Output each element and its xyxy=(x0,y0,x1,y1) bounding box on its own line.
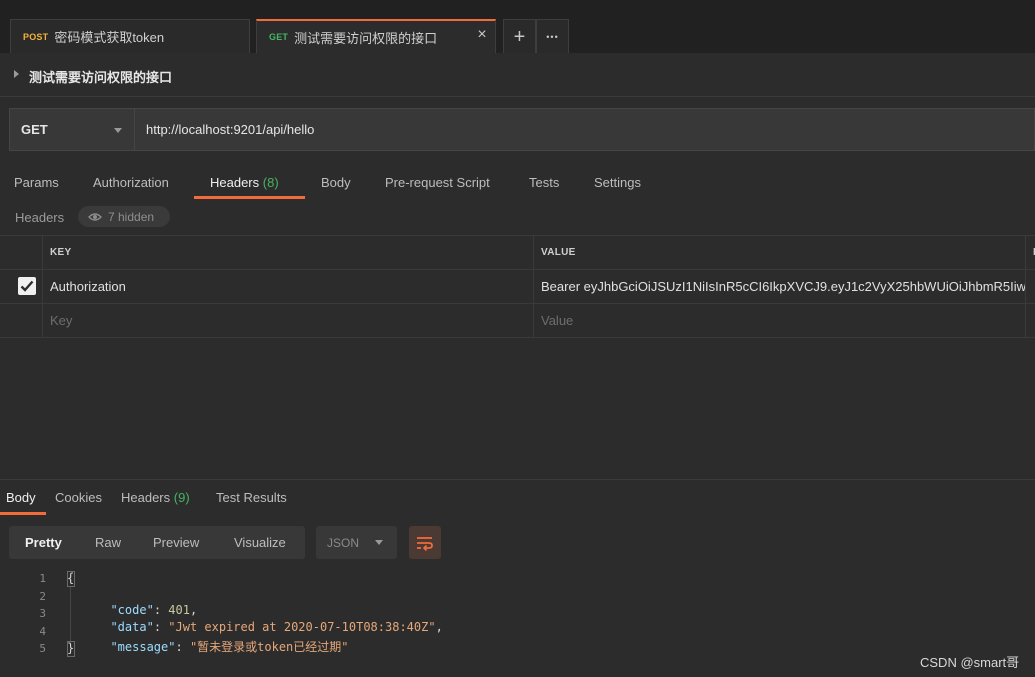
response-divider[interactable] xyxy=(0,479,1035,480)
line-number: 3 xyxy=(39,607,46,620)
header-value-value: Bearer eyJhbGciOiJSUzI1NiIsInR5cCI6IkpXV… xyxy=(541,279,1025,294)
header-enabled-checkbox[interactable] xyxy=(18,277,36,295)
ellipsis-icon: ••• xyxy=(546,31,559,42)
line-number: 1 xyxy=(39,572,46,585)
new-description-input[interactable] xyxy=(1025,304,1035,337)
format-select[interactable]: JSON xyxy=(316,526,397,559)
response-tab-headers-count: (9) xyxy=(173,490,190,505)
response-tab-test-results[interactable]: Test Results xyxy=(216,490,287,505)
tab-pre-request-script[interactable]: Pre-request Script xyxy=(385,175,490,190)
tab-method-badge: POST xyxy=(23,31,49,42)
tab-params[interactable]: Params xyxy=(14,175,59,190)
url-input[interactable]: http://localhost:9201/api/hello xyxy=(135,108,1035,151)
tab-label: 密码模式获取token xyxy=(54,30,165,45)
view-pretty-button[interactable]: Pretty xyxy=(25,526,62,559)
close-icon[interactable]: × xyxy=(475,27,489,43)
line-number: 2 xyxy=(39,590,46,603)
new-key-input[interactable]: Key xyxy=(42,304,533,337)
json-close-brace: } xyxy=(67,641,75,655)
tab-label: 测试需要访问权限的接口 xyxy=(294,30,438,46)
table-row: Authorization Bearer eyJhbGciOiJSUzI1NiI… xyxy=(0,270,1035,304)
headers-section-label: Headers xyxy=(15,210,65,225)
wrap-lines-icon xyxy=(417,536,433,551)
json-open-brace: { xyxy=(67,571,75,585)
table-row: Key Value xyxy=(0,304,1035,338)
tab-headers-label: Headers xyxy=(210,175,260,190)
response-tab-cookies[interactable]: Cookies xyxy=(55,490,102,505)
new-tab-button[interactable]: + xyxy=(503,19,536,53)
more-tabs-button[interactable]: ••• xyxy=(536,19,569,53)
line-number: 4 xyxy=(39,625,46,638)
json-string: "暂未登录或token已经过期" xyxy=(189,640,349,654)
tab-tests[interactable]: Tests xyxy=(529,175,559,190)
table-header-row: KEY VALUE D xyxy=(0,235,1035,270)
caret-right-icon[interactable] xyxy=(14,70,19,78)
header-key-input[interactable]: Authorization xyxy=(42,270,533,303)
method-value: GET xyxy=(21,122,48,137)
request-title: 测试需要访问权限的接口 xyxy=(29,70,173,85)
header-key-value: Authorization xyxy=(50,279,126,294)
view-preview-button[interactable]: Preview xyxy=(153,526,199,559)
plus-icon: + xyxy=(513,25,526,48)
request-name-row: 测试需要访问权限的接口 xyxy=(0,53,1035,97)
value-placeholder: Value xyxy=(541,313,574,328)
response-tab-body[interactable]: Body xyxy=(6,490,36,505)
hidden-count: 7 hidden xyxy=(108,209,155,224)
active-response-tab-indicator xyxy=(0,512,46,515)
tab-get-protected[interactable]: GET 测试需要访问权限的接口 × xyxy=(256,19,496,53)
eye-icon xyxy=(88,212,102,221)
tab-headers-count: (8) xyxy=(262,175,279,190)
new-value-input[interactable]: Value xyxy=(533,304,1025,337)
tab-authorization[interactable]: Authorization xyxy=(93,175,169,190)
view-raw-button[interactable]: Raw xyxy=(95,526,121,559)
tab-post-token[interactable]: POST 密码模式获取token xyxy=(10,19,250,53)
column-header-label: KEY xyxy=(50,247,72,258)
view-mode-group: Pretty Raw Preview Visualize xyxy=(9,526,305,559)
column-header-key: KEY xyxy=(42,236,533,269)
tab-settings[interactable]: Settings xyxy=(594,175,641,190)
response-tab-headers[interactable]: Headers (9) xyxy=(121,490,190,505)
view-visualize-button[interactable]: Visualize xyxy=(234,526,286,559)
line-number: 5 xyxy=(39,642,46,655)
tab-headers[interactable]: Headers (8) xyxy=(210,175,279,190)
format-value: JSON xyxy=(327,535,360,550)
header-description-input[interactable] xyxy=(1025,270,1035,303)
column-header-description: D xyxy=(1025,236,1035,269)
watermark: CSDN @smart哥 xyxy=(920,655,1020,670)
indent-guide xyxy=(70,587,71,641)
url-value: http://localhost:9201/api/hello xyxy=(146,122,315,137)
column-header-value: VALUE xyxy=(533,236,1025,269)
method-select[interactable]: GET xyxy=(9,108,135,151)
chevron-down-icon xyxy=(114,128,122,133)
json-key: "message" xyxy=(110,640,176,654)
column-header-label: VALUE xyxy=(541,247,576,258)
tab-body[interactable]: Body xyxy=(321,175,351,190)
hidden-headers-toggle[interactable]: 7 hidden xyxy=(78,206,170,227)
check-icon xyxy=(18,277,36,295)
tab-method-badge: GET xyxy=(269,32,289,42)
json-line-message: "message": "暂未登录或token已经过期" xyxy=(110,640,349,654)
headers-table: KEY VALUE D Authorization Bearer eyJhbGc… xyxy=(0,235,1035,338)
wrap-lines-button[interactable] xyxy=(409,526,441,559)
response-tab-headers-label: Headers xyxy=(121,490,171,505)
chevron-down-icon xyxy=(375,540,383,545)
active-tab-indicator xyxy=(194,196,305,199)
header-value-input[interactable]: Bearer eyJhbGciOiJSUzI1NiIsInR5cCI6IkpXV… xyxy=(533,270,1025,303)
key-placeholder: Key xyxy=(50,313,73,328)
